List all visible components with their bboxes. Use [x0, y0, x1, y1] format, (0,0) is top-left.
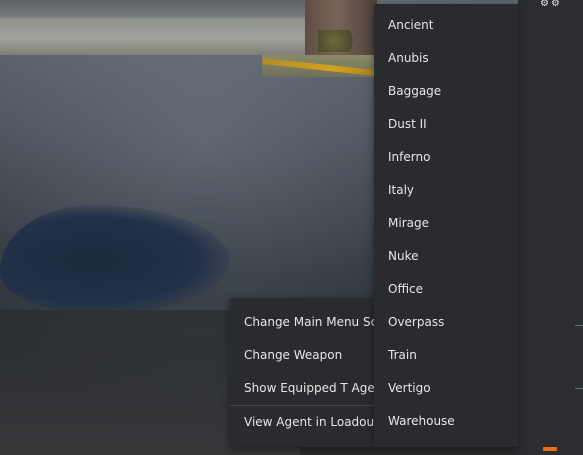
scene-option-warehouse[interactable]: Warehouse: [374, 405, 518, 438]
scene-option-overpass[interactable]: Overpass: [374, 306, 518, 339]
background-wall-top: [0, 0, 310, 18]
scene-option-baggage[interactable]: Baggage: [374, 75, 518, 108]
background-bush: [318, 30, 358, 52]
scene-submenu: Ancient Anubis Baggage Dust II Inferno I…: [374, 4, 518, 447]
change-weapon-item[interactable]: Change Weapon: [230, 339, 374, 372]
scene-option-italy[interactable]: Italy: [374, 174, 518, 207]
divider: [575, 388, 583, 389]
view-agent-in-loadout-item[interactable]: View Agent in Loadout: [230, 406, 374, 439]
scene-option-inferno[interactable]: Inferno: [374, 141, 518, 174]
show-equipped-t-agent-item[interactable]: Show Equipped T Agent: [230, 372, 374, 405]
scene-option-dust-ii[interactable]: Dust II: [374, 108, 518, 141]
scene-option-nuke[interactable]: Nuke: [374, 240, 518, 273]
divider: [575, 325, 583, 326]
side-panel-edge: [518, 0, 583, 455]
context-menu: Change Main Menu Scene Change Weapon Sho…: [230, 298, 374, 447]
accent-indicator: [543, 447, 557, 451]
scene-option-vertigo[interactable]: Vertigo: [374, 372, 518, 405]
background-puddle: [0, 205, 230, 315]
scene-option-ancient[interactable]: Ancient: [374, 9, 518, 42]
settings-icon[interactable]: ⚙⚙: [540, 0, 566, 9]
background-wall: [0, 18, 310, 55]
scene-option-train[interactable]: Train: [374, 339, 518, 372]
scene-option-anubis[interactable]: Anubis: [374, 42, 518, 75]
scene-option-office[interactable]: Office: [374, 273, 518, 306]
change-main-menu-scene-item[interactable]: Change Main Menu Scene: [230, 306, 374, 339]
scene-option-mirage[interactable]: Mirage: [374, 207, 518, 240]
